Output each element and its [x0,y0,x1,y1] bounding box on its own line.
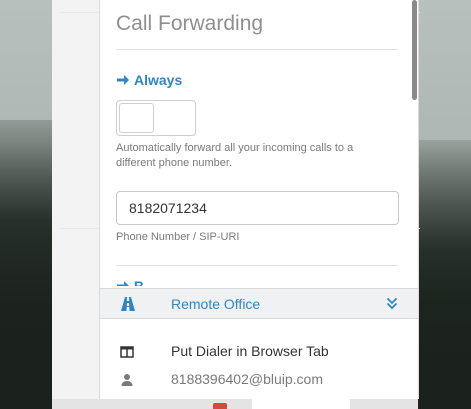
background-trees-right [419,140,471,409]
next-section-header-partial: B [116,277,144,286]
next-section-label: B [133,278,145,286]
bottom-active-tab[interactable] [252,399,350,409]
phone-number-label: Phone Number / SIP-URI [116,231,240,243]
always-forward-toggle[interactable] [116,100,196,136]
double-chevron-down-icon[interactable] [386,297,398,311]
remote-office-bar[interactable]: Remote Office [100,288,418,319]
put-dialer-in-browser-tab-item[interactable]: Put Dialer in Browser Tab [100,340,418,366]
call-forwarding-panel: Call Forwarding Always Automatically for… [99,0,419,399]
page-title: Call Forwarding [116,12,264,35]
user-account-item[interactable]: 8188396402@bluip.com [100,368,418,394]
phone-number-input[interactable] [116,191,399,225]
road-icon [121,297,135,311]
section-always-label: Always [134,72,183,88]
panel-scrollbar[interactable] [412,0,417,100]
arrow-right-icon [117,281,129,286]
user-account-label: 8188396402@bluip.com [171,371,323,387]
user-icon [121,374,133,386]
always-forward-description: Automatically forward all your incoming … [116,142,354,169]
columns-icon [120,346,134,358]
bottom-red-tab[interactable] [213,403,227,409]
bottom-tab-strip [52,399,418,409]
title-divider [116,49,398,50]
section-always-header: Always [116,72,182,88]
put-dialer-label: Put Dialer in Browser Tab [171,343,329,359]
arrow-right-icon [117,75,129,85]
section-divider [116,265,398,266]
remote-office-label: Remote Office [171,296,261,312]
background-trees-left [0,120,52,409]
toggle-knob [119,103,154,133]
